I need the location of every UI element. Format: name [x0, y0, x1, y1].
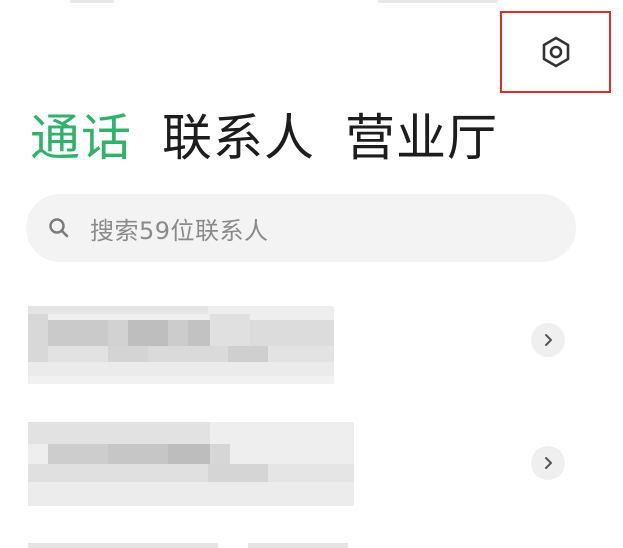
search-icon: [49, 218, 69, 238]
status-bar-remnant: [378, 0, 498, 3]
redacted-contact-info: [28, 420, 354, 506]
chevron-right-icon: [545, 334, 552, 346]
settings-button[interactable]: [500, 11, 611, 93]
status-bar-remnant: [70, 0, 114, 3]
tab-bar: 通话 联系人 营业厅: [30, 106, 528, 170]
redacted-contact-info: [28, 306, 334, 384]
contacts-screen: 通话 联系人 营业厅 搜索59位联系人: [0, 0, 623, 548]
next-list-item-remnant: [248, 543, 348, 548]
chevron-button[interactable]: [531, 446, 565, 480]
search-input[interactable]: 搜索59位联系人: [26, 194, 576, 262]
list-item[interactable]: [0, 306, 623, 384]
search-placeholder: 搜索59位联系人: [90, 216, 269, 245]
tab-service-hall[interactable]: 营业厅: [345, 106, 498, 170]
chevron-right-icon: [545, 457, 552, 469]
next-list-item-remnant: [28, 543, 218, 548]
list-item[interactable]: [0, 420, 623, 506]
tab-contacts[interactable]: 联系人: [162, 106, 315, 170]
tab-calls[interactable]: 通话: [30, 106, 132, 170]
chevron-button[interactable]: [531, 323, 565, 357]
hexagon-gear-icon: [542, 36, 569, 68]
